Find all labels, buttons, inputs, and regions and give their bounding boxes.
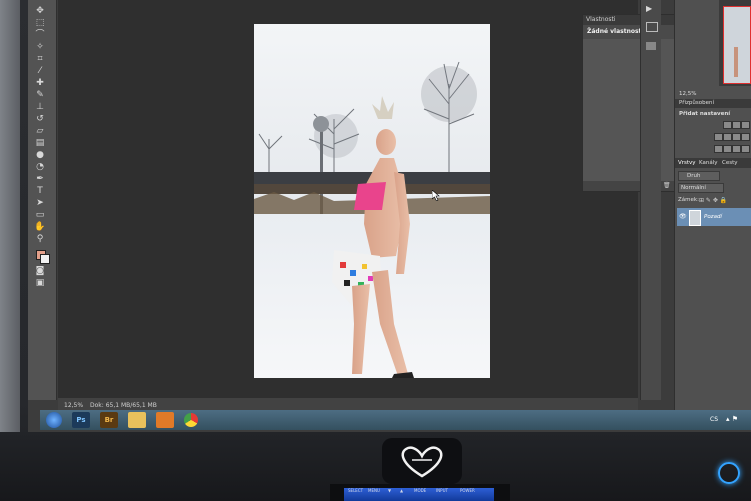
marquee-tool-icon[interactable]: ⬚ [34, 18, 46, 28]
chrome-icon[interactable] [184, 413, 198, 427]
panel-dock: ▶ [640, 0, 661, 400]
lock-icons[interactable]: ⊞ ✎ ✥ 🔒 [699, 197, 727, 204]
properties-empty-message: Žádné vlastnosti [583, 25, 688, 39]
channel-mixer-icon[interactable] [723, 145, 732, 153]
monitor-button-power[interactable]: POWER [460, 488, 475, 493]
layer-thumbnail [689, 210, 701, 226]
healing-brush-tool-icon[interactable]: ✚ [34, 78, 46, 88]
eraser-tool-icon[interactable]: ▱ [34, 126, 46, 136]
layer-comps-icon[interactable] [646, 42, 656, 50]
layer-filter-value: Druh [687, 173, 701, 179]
navigator-zoom[interactable]: 12,5% [679, 91, 696, 97]
navigator-panel [719, 0, 751, 86]
monitor-button-mode[interactable]: MODE [414, 488, 426, 493]
crop-tool-icon[interactable]: ⌗ [34, 54, 46, 64]
blend-mode-select[interactable]: Normální [678, 183, 724, 193]
status-doc-size: Dok: 65,1 MB/65,1 MB [90, 402, 157, 409]
eyedropper-tool-icon[interactable]: ⁄ [34, 66, 46, 76]
screen-mode-icon[interactable]: ▣ [34, 278, 46, 288]
lasso-tool-icon[interactable]: ⌒ [34, 30, 46, 40]
add-adjustment-label: Přidat nastavení [679, 111, 731, 117]
type-tool-icon[interactable]: T [34, 186, 46, 196]
right-panels: 12,5% Přizpůsobení Přidat nastavení Vrst… [674, 0, 751, 410]
photo-filter-icon[interactable] [714, 145, 723, 153]
tab-layers[interactable]: Vrstvy [678, 160, 696, 166]
windows-taskbar: Ps Br CS ▴ ⚑ [40, 410, 751, 430]
history-panel-icon[interactable] [646, 22, 658, 32]
properties-footer: 🗑 [583, 181, 688, 191]
clone-stamp-tool-icon[interactable]: ⊥ [34, 102, 46, 112]
pen-tool-icon[interactable]: ✒ [34, 174, 46, 184]
monitor-button-input[interactable]: INPUT [436, 488, 448, 493]
layers-tab-bar: Vrstvy Kanály Cesty [675, 158, 751, 168]
status-zoom[interactable]: 12,5% [64, 402, 83, 409]
quick-mask-icon[interactable]: ◙ [34, 266, 46, 276]
properties-panel-header[interactable]: Vlastnosti [583, 15, 688, 25]
layer-filter-select[interactable]: Druh [678, 171, 720, 181]
explorer-folder-icon[interactable] [128, 412, 146, 428]
path-selection-tool-icon[interactable]: ➤ [34, 198, 46, 208]
trash-icon[interactable]: 🗑 [663, 182, 671, 189]
levels-icon[interactable] [732, 121, 741, 129]
vibrance-icon[interactable] [714, 133, 723, 141]
blend-mode-value: Normální [681, 185, 706, 191]
color-balance-icon[interactable] [732, 133, 741, 141]
blur-tool-icon[interactable]: ● [34, 150, 46, 160]
roxy-logo-icon [382, 438, 462, 484]
power-led-icon[interactable] [718, 462, 740, 484]
tab-paths[interactable]: Cesty [722, 160, 738, 166]
zoom-tool-icon[interactable]: ⚲ [34, 234, 46, 244]
monitor-button-strip: SELECT MENU ▼ ▲ MODE INPUT POWER [344, 488, 494, 501]
hue-saturation-icon[interactable] [723, 133, 732, 141]
mouse-pointer-icon [432, 190, 440, 201]
taskbar-photoshop[interactable]: Ps [72, 412, 90, 428]
dodge-tool-icon[interactable]: ◔ [34, 162, 46, 172]
posterize-icon[interactable] [741, 145, 750, 153]
tray-language[interactable]: CS [710, 416, 718, 423]
tab-channels[interactable]: Kanály [699, 160, 718, 166]
lock-label: Zámek: [678, 197, 699, 203]
curves-icon[interactable] [741, 121, 750, 129]
photo-image [254, 24, 490, 378]
start-button-icon[interactable] [46, 412, 62, 428]
tray-icons[interactable]: ▴ ⚑ [726, 415, 738, 423]
black-white-icon[interactable] [741, 133, 750, 141]
monitor-screen: ✥ ⬚ ⌒ ✧ ⌗ ⁄ ✚ ✎ ⊥ ↺ ▱ ▤ ● ◔ ✒ T ➤ ▭ ✋ ⚲ … [28, 0, 751, 432]
brush-tool-icon[interactable]: ✎ [34, 90, 46, 100]
move-tool-icon[interactable]: ✥ [34, 6, 46, 16]
hand-tool-icon[interactable]: ✋ [34, 222, 46, 232]
visibility-eye-icon[interactable]: 👁 [679, 213, 687, 220]
taskbar-bridge[interactable]: Br [100, 412, 118, 428]
properties-panel: Vlastnosti Žádné vlastnosti 🗑 [582, 14, 689, 192]
document-photo[interactable] [254, 24, 490, 378]
tools-panel: ✥ ⬚ ⌒ ✧ ⌗ ⁄ ✚ ✎ ⊥ ↺ ▱ ▤ ● ◔ ✒ T ➤ ▭ ✋ ⚲ … [28, 0, 57, 400]
brightness-icon[interactable] [723, 121, 732, 129]
gradient-tool-icon[interactable]: ▤ [34, 138, 46, 148]
adjustments-tab-bar: Přizpůsobení [675, 99, 751, 108]
monitor-button-select[interactable]: SELECT [348, 488, 363, 493]
adjustments-tab[interactable]: Přizpůsobení [679, 100, 714, 106]
monitor-button-down[interactable]: ▼ [388, 488, 391, 493]
background-color-icon[interactable] [40, 254, 50, 264]
magic-wand-tool-icon[interactable]: ✧ [34, 42, 46, 52]
layer-row-background[interactable]: 👁 Pozadí [677, 208, 751, 226]
background-wall [0, 0, 20, 501]
media-player-icon[interactable] [156, 412, 174, 428]
invert-icon[interactable] [732, 145, 741, 153]
monitor-button-menu[interactable]: MENU [368, 488, 380, 493]
play-icon[interactable]: ▶ [646, 4, 652, 13]
history-brush-tool-icon[interactable]: ↺ [34, 114, 46, 124]
navigator-thumbnail[interactable] [723, 6, 751, 84]
canvas-area: Vlastnosti Žádné vlastnosti 🗑 [58, 0, 689, 398]
shape-tool-icon[interactable]: ▭ [34, 210, 46, 220]
monitor-button-up[interactable]: ▲ [400, 488, 403, 493]
layer-name[interactable]: Pozadí [704, 214, 722, 220]
